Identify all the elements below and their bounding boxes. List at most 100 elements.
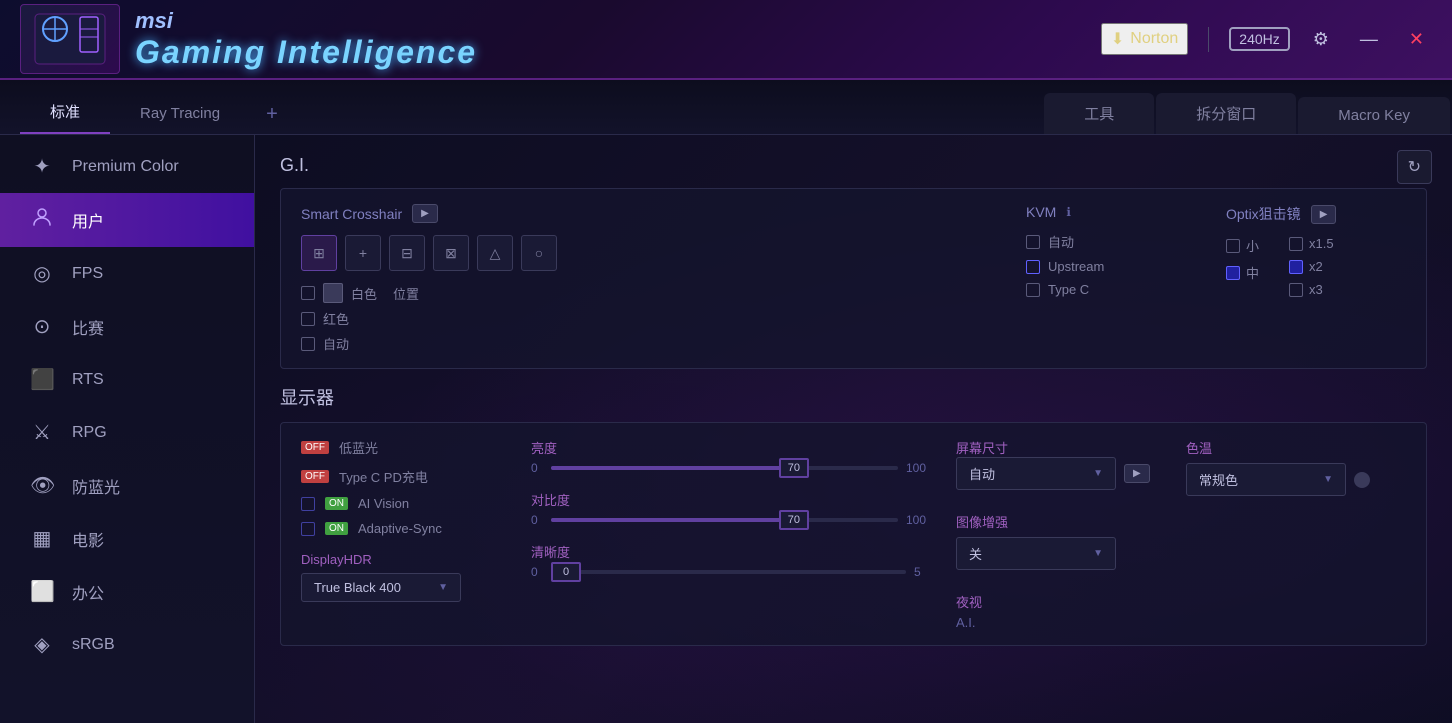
gi-section: Smart Crosshair ▶ ⊞ + ⊟ ⊠ △ ○ (280, 188, 1427, 369)
tab-macrokey[interactable]: Macro Key (1298, 97, 1450, 134)
color-options: 白色 位置 红色 自动 (301, 283, 986, 353)
optix-x2-checkbox[interactable] (1289, 260, 1303, 274)
title-bar: msi Gaming Intelligence ⬇ Norton 240Hz ⚙… (0, 0, 1452, 80)
color-temp-dot[interactable] (1354, 472, 1370, 488)
sidebar-item-rpg[interactable]: ⚔ RPG (0, 406, 254, 459)
tab-standard[interactable]: 标准 (20, 91, 110, 134)
crosshair-icon-5[interactable]: △ (477, 235, 513, 271)
rpg-icon: ⚔ (30, 420, 54, 445)
optix-medium: 中 (1226, 263, 1259, 282)
optix-x3-checkbox[interactable] (1289, 283, 1303, 297)
sidebar-item-user[interactable]: 用户 (0, 193, 254, 247)
kvm-options: 自动 Upstream Type C (1026, 232, 1186, 297)
contrast-slider-row: 0 70 100 (531, 513, 926, 527)
chevron-down-icon: ▼ (1093, 468, 1103, 479)
crosshair-icon-1[interactable]: ⊞ (301, 235, 337, 271)
screen-size-label: 屏幕尺寸 (956, 438, 1156, 457)
toggle-typec-state[interactable]: OFF (301, 470, 329, 483)
sidebar-item-label: 用户 (72, 208, 104, 232)
kvm-auto-checkbox[interactable] (1026, 235, 1040, 249)
optix-small: 小 (1226, 236, 1259, 255)
position-label[interactable]: 位置 (393, 284, 419, 303)
sidebar-item-rts[interactable]: ⬛ RTS (0, 353, 254, 406)
displayhdr-label: DisplayHDR (301, 552, 501, 567)
adaptive-checkbox[interactable] (301, 522, 315, 536)
toggle-aivision: ON AI Vision (301, 496, 501, 511)
toggle-typec-label: Type C PD充电 (339, 467, 428, 486)
sharpness-track[interactable]: 0 (551, 570, 906, 574)
color-white-checkbox[interactable] (301, 286, 315, 300)
color-white-label: 白色 (351, 284, 377, 303)
sidebar-item-race[interactable]: ⊙ 比赛 (0, 300, 254, 353)
close-button[interactable]: ✕ (1401, 25, 1432, 54)
sidebar: ✦ Premium Color 用户 ◎ FPS ⊙ 比赛 ⬛ RTS ⚔ (0, 135, 255, 723)
settings-button[interactable]: ⚙ (1305, 25, 1337, 54)
optix-x3: x3 (1289, 282, 1334, 297)
optix-x2: x2 (1289, 259, 1334, 274)
fps-icon: ◎ (30, 261, 54, 286)
brightness-track[interactable]: 70 (551, 466, 898, 470)
screen-col: 屏幕尺寸 自动 ▼ ▶ 图像增强 (956, 438, 1156, 630)
tab-splitwindow[interactable]: 拆分窗口 (1156, 93, 1296, 134)
color-temp-select[interactable]: 常规色 ▼ (1186, 463, 1346, 496)
sidebar-item-label: 电影 (72, 527, 104, 551)
optix-col: Optix狙击镜 ▶ 小 中 (1226, 204, 1406, 297)
sidebar-item-srgb[interactable]: ◈ sRGB (0, 618, 254, 671)
smart-crosshair-col: Smart Crosshair ▶ ⊞ + ⊟ ⊠ △ ○ (301, 204, 986, 353)
norton-button[interactable]: ⬇ Norton (1101, 23, 1188, 55)
office-icon: ⬜ (30, 579, 54, 604)
minimize-button[interactable]: — (1352, 25, 1386, 54)
toggle-adaptive: ON Adaptive-Sync (301, 521, 501, 536)
color-temp-value: 常规色 (1199, 470, 1238, 489)
aivision-checkbox[interactable] (301, 497, 315, 511)
crosshair-icon-6[interactable]: ○ (521, 235, 557, 271)
kvm-typec-checkbox[interactable] (1026, 283, 1040, 297)
image-enhance-select[interactable]: 关 ▼ (956, 537, 1116, 570)
toggle-adaptive-state[interactable]: ON (325, 522, 348, 535)
optix-x1-5-checkbox[interactable] (1289, 237, 1303, 251)
screen-size-select[interactable]: 自动 ▼ (956, 457, 1116, 490)
toggle-aivision-state[interactable]: ON (325, 497, 348, 510)
tab-add-button[interactable]: + (250, 95, 294, 134)
user-icon (30, 207, 54, 233)
optix-medium-checkbox[interactable] (1226, 266, 1240, 280)
brightness-thumb[interactable]: 70 (779, 458, 809, 478)
color-auto-checkbox[interactable] (301, 337, 315, 351)
optix-small-checkbox[interactable] (1226, 239, 1240, 253)
toggle-bluelight-state[interactable]: OFF (301, 441, 329, 454)
kvm-upstream: Upstream (1026, 259, 1186, 274)
sharpness-thumb[interactable]: 0 (551, 562, 581, 582)
crosshair-icon-2[interactable]: + (345, 235, 381, 271)
sidebar-item-office[interactable]: ⬜ 办公 (0, 565, 254, 618)
crosshair-icon-3[interactable]: ⊟ (389, 235, 425, 271)
gi-row: Smart Crosshair ▶ ⊞ + ⊟ ⊠ △ ○ (301, 204, 1406, 353)
optix-play[interactable]: ▶ (1311, 205, 1337, 224)
download-icon: ⬇ (1111, 29, 1124, 49)
contrast-thumb[interactable]: 70 (779, 510, 809, 530)
sidebar-item-movie[interactable]: ▦ 电影 (0, 512, 254, 565)
tab-bar: 标准 Ray Tracing + 工具 拆分窗口 Macro Key (0, 80, 1452, 135)
optix-medium-label: 中 (1246, 263, 1259, 282)
contrast-label: 对比度 (531, 490, 926, 509)
smart-crosshair-play[interactable]: ▶ (412, 204, 438, 223)
contrast-track[interactable]: 70 (551, 518, 898, 522)
screen-size-play[interactable]: ▶ (1124, 464, 1150, 483)
sidebar-item-premium[interactable]: ✦ Premium Color (0, 140, 254, 193)
sharpness-slider-group: 清晰度 0 0 5 (531, 542, 926, 579)
chevron-down-icon: ▼ (438, 582, 448, 593)
color-temp-label: 色温 (1186, 438, 1406, 457)
color-picker-button[interactable] (323, 283, 343, 303)
hdr-dropdown[interactable]: True Black 400 ▼ (301, 573, 461, 602)
sidebar-item-fps[interactable]: ◎ FPS (0, 247, 254, 300)
kvm-upstream-checkbox[interactable] (1026, 260, 1040, 274)
info-icon[interactable]: ℹ (1066, 205, 1071, 219)
color-red-checkbox[interactable] (301, 312, 315, 326)
night-vision-value: A.I. (956, 611, 1156, 630)
sidebar-item-bluelight[interactable]: 👁 防蓝光 (0, 459, 254, 512)
tab-tools[interactable]: 工具 (1044, 93, 1154, 134)
hz-value: 240Hz (1239, 31, 1279, 47)
kvm-header: KVM ℹ (1026, 204, 1186, 220)
tab-raytracing[interactable]: Ray Tracing (110, 95, 250, 134)
crosshair-icon-4[interactable]: ⊠ (433, 235, 469, 271)
logo-text: msi Gaming Intelligence (135, 8, 477, 71)
